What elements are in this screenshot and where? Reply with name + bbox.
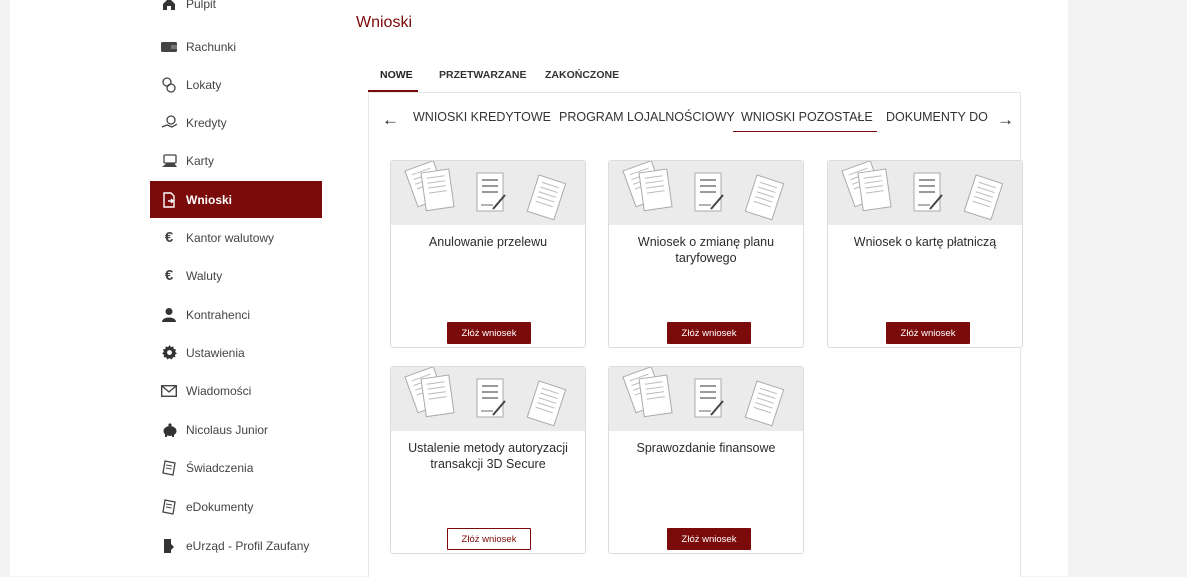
card-title: Anulowanie przelewu — [428, 235, 548, 249]
sidebar-item-label: Wnioski — [186, 192, 233, 207]
sidebar-item-label: Kantor walutowy — [186, 230, 275, 245]
sidebar-item-rachunki[interactable]: Rachunki — [150, 28, 322, 65]
subtab-dokumenty-do-pobrania[interactable]: DOKUMENTY DO POBRANIA — [886, 110, 988, 124]
document-icon — [160, 498, 178, 516]
arrow-right-icon[interactable]: → — [995, 110, 1014, 130]
sidebar-item-nicolaus-junior[interactable]: Nicolaus Junior — [150, 411, 322, 448]
active-subtab-indicator — [733, 131, 877, 132]
document-arrow-icon — [160, 191, 178, 209]
sidebar-item-edokumenty[interactable]: eDokumenty — [150, 488, 322, 525]
subtab-program-lojalnosciowy[interactable]: PROGRAM LOJALNOŚCIOWY — [559, 110, 735, 124]
submit-application-button[interactable]: Złóż wniosek — [667, 322, 751, 344]
sidebar-item-label: Karty — [186, 153, 215, 168]
sidebar-item-waluty[interactable]: € Waluty — [150, 257, 322, 294]
documents-illustration-icon — [404, 161, 567, 221]
wallet-icon — [160, 38, 178, 56]
application-card: Sprawozdanie finansowe Złóż wniosek — [608, 366, 804, 554]
sidebar-item-label: Nicolaus Junior — [186, 422, 269, 437]
tab-zakonczone[interactable]: ZAKOŃCZONE — [545, 69, 619, 81]
card-title: Ustalenie metody autoryzacji transakcji … — [408, 441, 568, 471]
submit-application-button[interactable]: Złóż wniosek — [886, 322, 970, 344]
subtab-wnioski-pozostale[interactable]: WNIOSKI POZOSTAŁE — [741, 110, 873, 124]
sidebar-item-label: eDokumenty — [186, 499, 254, 514]
sidebar-item-label: Waluty — [186, 268, 223, 283]
sidebar-item-label: Pulpit — [186, 0, 217, 11]
sidebar-item-eurzad[interactable]: eUrząd - Profil Zaufany — [150, 527, 322, 564]
sidebar: Pulpit Rachunki Lokaty Kredyty Karty Wni… — [150, 0, 322, 576]
sidebar-item-kredyty[interactable]: Kredyty — [150, 104, 322, 141]
tab-przetwarzane[interactable]: PRZETWARZANE — [439, 69, 527, 81]
application-card: Anulowanie przelewu Złóż wniosek — [390, 160, 586, 348]
sidebar-item-label: Wiadomości — [186, 383, 252, 398]
sidebar-item-karty[interactable]: Karty — [150, 142, 322, 179]
card-banner — [609, 161, 803, 225]
person-icon — [160, 306, 178, 324]
card-banner — [828, 161, 1022, 225]
hand-coins-icon — [160, 114, 178, 132]
sidebar-item-label: Lokaty — [186, 77, 222, 92]
government-icon — [160, 537, 178, 555]
sidebar-item-label: Rachunki — [186, 39, 237, 54]
euro-icon: € — [164, 229, 174, 246]
piggy-bank-icon — [160, 421, 178, 439]
submit-application-button[interactable]: Złóż wniosek — [447, 528, 531, 550]
sidebar-item-pulpit[interactable]: Pulpit — [150, 0, 322, 18]
sidebar-item-swiadczenia[interactable]: Świadczenia — [150, 449, 322, 486]
tab-nowe[interactable]: NOWE — [380, 69, 413, 81]
sidebar-item-label: Kontrahenci — [186, 307, 251, 322]
sidebar-item-kantor-walutowy[interactable]: € Kantor walutowy — [150, 219, 322, 256]
sidebar-item-ustawienia[interactable]: Ustawienia — [150, 334, 322, 371]
document-icon — [160, 459, 178, 477]
submit-application-button[interactable]: Złóż wniosek — [447, 322, 531, 344]
gear-icon — [160, 344, 178, 362]
documents-illustration-icon — [622, 161, 785, 221]
coins-icon — [160, 76, 178, 94]
sidebar-item-wiadomosci[interactable]: Wiadomości — [150, 372, 322, 409]
sidebar-item-label: Kredyty — [186, 115, 227, 130]
envelope-icon — [160, 382, 178, 400]
sidebar-item-label: eUrząd - Profil Zaufany — [186, 538, 310, 553]
sidebar-item-wnioski[interactable]: Wnioski — [150, 181, 322, 218]
application-card: Wniosek o zmianę planu taryfowego Złóż w… — [608, 160, 804, 348]
documents-illustration-icon — [404, 367, 567, 427]
card-title: Wniosek o kartę płatniczą — [853, 235, 997, 249]
home-icon — [160, 0, 178, 13]
documents-illustration-icon — [622, 367, 785, 427]
card-banner — [391, 161, 585, 225]
card-title: Wniosek o zmianę planu taryfowego — [637, 235, 775, 265]
sidebar-item-label: Świadczenia — [186, 460, 254, 475]
application-card: Wniosek o kartę płatniczą Złóż wniosek — [827, 160, 1023, 348]
documents-illustration-icon — [841, 161, 1004, 221]
subtab-wnioski-kredytowe[interactable]: WNIOSKI KREDYTOWE — [413, 110, 551, 124]
card-banner — [609, 367, 803, 431]
card-title: Sprawozdanie finansowe — [636, 441, 776, 455]
card-banner — [391, 367, 585, 431]
page-title: Wnioski — [356, 14, 413, 31]
sidebar-item-label: Ustawienia — [186, 345, 245, 360]
card-hand-icon — [160, 152, 178, 170]
submit-application-button[interactable]: Złóż wniosek — [667, 528, 751, 550]
arrow-left-icon[interactable]: ← — [382, 110, 399, 130]
sidebar-item-kontrahenci[interactable]: Kontrahenci — [150, 296, 322, 333]
subtab-overflow-clip: DOKUMENTY DO POBRANIA — [884, 106, 988, 130]
application-card: Ustalenie metody autoryzacji transakcji … — [390, 366, 586, 554]
sidebar-item-lokaty[interactable]: Lokaty — [150, 66, 322, 103]
euro-icon: € — [164, 267, 174, 284]
